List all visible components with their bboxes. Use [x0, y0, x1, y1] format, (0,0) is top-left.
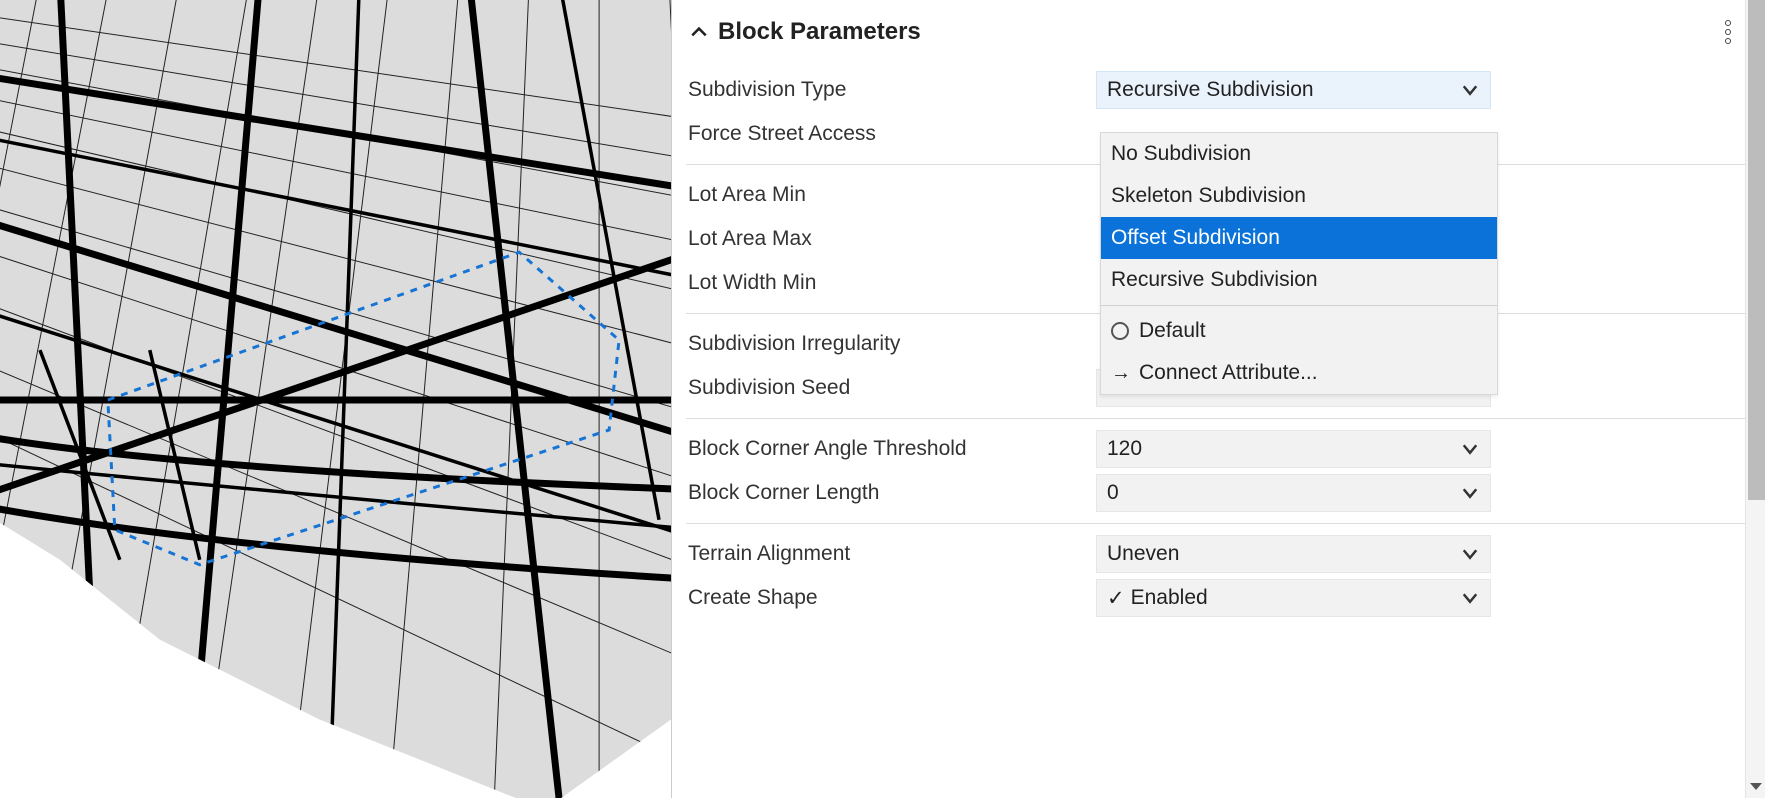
lot-area-max-label: Lot Area Max: [686, 227, 1096, 251]
subdivision-type-dropdown[interactable]: Recursive Subdivision: [1096, 71, 1491, 109]
radio-icon: [1111, 322, 1129, 340]
dropdown-option-connect-attribute[interactable]: → Connect Attribute...: [1101, 352, 1497, 394]
scrollbar-thumb[interactable]: [1748, 0, 1765, 500]
block-corner-angle-threshold-label: Block Corner Angle Threshold: [686, 437, 1096, 461]
block-corner-length-control[interactable]: 0: [1096, 474, 1491, 512]
subdivision-irregularity-label: Subdivision Irregularity: [686, 332, 1096, 356]
properties-panel: Block Parameters Subdivision Type Recurs…: [672, 0, 1765, 798]
terrain-alignment-control[interactable]: Uneven: [1096, 535, 1491, 573]
arrow-right-icon: →: [1111, 362, 1131, 385]
terrain-alignment-label: Terrain Alignment: [686, 542, 1096, 566]
subdivision-type-dropdown-list: No Subdivision Skeleton Subdivision Offs…: [1100, 132, 1498, 395]
chevron-down-icon: [1460, 439, 1480, 459]
chevron-down-icon: [1460, 80, 1480, 100]
subdivision-type-value: Recursive Subdivision: [1107, 78, 1314, 102]
create-shape-value: Enabled: [1131, 586, 1208, 610]
more-options-icon[interactable]: [1725, 20, 1731, 44]
city-grid-render: [0, 0, 671, 798]
section-header[interactable]: Block Parameters: [686, 12, 1765, 68]
create-shape-label: Create Shape: [686, 586, 1096, 610]
chevron-down-icon: [1460, 483, 1480, 503]
chevron-down-icon: [1460, 544, 1480, 564]
block-corner-angle-threshold-control[interactable]: 120: [1096, 430, 1491, 468]
force-street-access-label: Force Street Access: [686, 122, 1096, 146]
lot-area-min-label: Lot Area Min: [686, 183, 1096, 207]
vertical-scrollbar[interactable]: [1745, 0, 1765, 798]
dropdown-option-default[interactable]: Default: [1101, 310, 1497, 352]
subdivision-seed-label: Subdivision Seed: [686, 376, 1096, 400]
scroll-down-icon[interactable]: [1748, 778, 1764, 794]
dropdown-option-skeleton-subdivision[interactable]: Skeleton Subdivision: [1101, 175, 1497, 217]
dropdown-option-offset-subdivision[interactable]: Offset Subdivision: [1101, 217, 1497, 259]
create-shape-control[interactable]: ✓ Enabled: [1096, 579, 1491, 617]
section-title: Block Parameters: [718, 18, 921, 46]
dropdown-option-no-subdivision[interactable]: No Subdivision: [1101, 133, 1497, 175]
block-corner-angle-threshold-value: 120: [1107, 437, 1142, 461]
3d-viewport[interactable]: [0, 0, 672, 798]
block-corner-length-value: 0: [1107, 481, 1119, 505]
terrain-alignment-value: Uneven: [1107, 542, 1179, 566]
check-icon: ✓: [1107, 586, 1125, 611]
lot-width-min-label: Lot Width Min: [686, 271, 1096, 295]
dropdown-option-recursive-subdivision[interactable]: Recursive Subdivision: [1101, 259, 1497, 301]
chevron-down-icon: [1460, 588, 1480, 608]
chevron-up-icon: [690, 23, 708, 41]
subdivision-type-label: Subdivision Type: [686, 78, 1096, 102]
block-corner-length-label: Block Corner Length: [686, 481, 1096, 505]
